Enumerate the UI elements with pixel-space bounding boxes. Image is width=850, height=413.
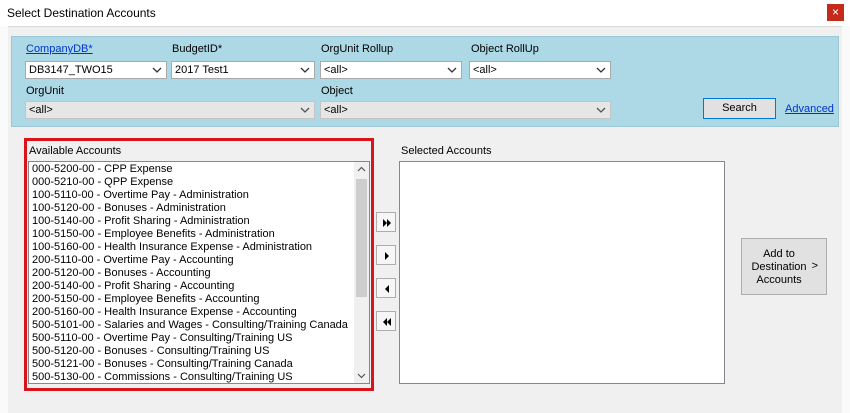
object-rollup-label: Object RollUp [471, 43, 539, 55]
object-label: Object [321, 85, 353, 97]
chevron-down-icon [596, 67, 606, 73]
list-item[interactable]: 500-5121-00 - Bonuses - Consulting/Train… [32, 358, 293, 371]
chevron-down-icon [152, 67, 162, 73]
object-select[interactable]: <all> [320, 101, 611, 119]
list-item[interactable]: 200-5150-00 - Employee Benefits - Accoun… [32, 293, 259, 306]
arrow-right-icon [385, 252, 389, 260]
chevron-down-icon [300, 107, 310, 113]
list-item[interactable]: 200-5110-00 - Overtime Pay - Accounting [32, 254, 234, 267]
list-item[interactable]: 200-5140-00 - Profit Sharing - Accountin… [32, 280, 234, 293]
companydb-value: DB3147_TWO15 [29, 64, 113, 76]
list-item[interactable]: 200-5120-00 - Bonuses - Accounting [32, 267, 211, 280]
double-arrow-left-icon [383, 318, 391, 326]
add-to-destination-button[interactable]: Add to Destination Accounts > [741, 238, 827, 295]
list-item[interactable]: 500-5101-00 - Salaries and Wages - Consu… [32, 319, 348, 332]
budgetid-select[interactable]: 2017 Test1 [171, 61, 315, 79]
window-title: Select Destination Accounts [7, 6, 156, 20]
list-item[interactable]: 100-5110-00 - Overtime Pay - Administrat… [32, 189, 249, 202]
object-rollup-select[interactable]: <all> [469, 61, 611, 79]
chevron-down-icon [447, 67, 457, 73]
object-value: <all> [324, 104, 348, 116]
list-item[interactable]: 000-5200-00 - CPP Expense [32, 163, 172, 176]
budgetid-label: BudgetID* [172, 43, 223, 55]
title-bar: Select Destination Accounts × [0, 0, 850, 27]
list-item[interactable]: 100-5140-00 - Profit Sharing - Administr… [32, 215, 250, 228]
add-button-line1: Add to [763, 248, 795, 260]
background-window-right [842, 26, 850, 413]
scroll-up-icon[interactable] [354, 162, 369, 177]
list-item[interactable]: 000-5210-00 - QPP Expense [32, 176, 173, 189]
selected-accounts-label: Selected Accounts [401, 145, 492, 157]
list-item[interactable]: 500-5110-00 - Overtime Pay - Consulting/… [32, 332, 292, 345]
chevron-down-icon [596, 107, 606, 113]
scroll-down-icon[interactable] [354, 368, 369, 383]
move-all-left-button[interactable] [376, 311, 396, 331]
background-window-left [0, 26, 8, 413]
move-left-button[interactable] [376, 278, 396, 298]
list-item[interactable]: 100-5160-00 - Health Insurance Expense -… [32, 241, 312, 254]
companydb-select[interactable]: DB3147_TWO15 [25, 61, 167, 79]
add-button-line3: Accounts [756, 274, 802, 286]
orgunit-value: <all> [29, 104, 53, 116]
list-item[interactable]: 100-5150-00 - Employee Benefits - Admini… [32, 228, 275, 241]
orgunit-rollup-select[interactable]: <all> [320, 61, 462, 79]
orgunit-select[interactable]: <all> [25, 101, 315, 119]
list-item[interactable]: 500-5130-00 - Commissions - Consulting/T… [32, 371, 293, 383]
available-accounts-list[interactable]: 000-5200-00 - CPP Expense 000-5210-00 - Q… [28, 161, 370, 384]
vertical-scrollbar[interactable] [354, 162, 369, 383]
selected-accounts-list[interactable] [399, 161, 725, 384]
search-button[interactable]: Search [703, 98, 776, 119]
close-icon: × [831, 5, 839, 19]
list-item[interactable]: 100-5120-00 - Bonuses - Administration [32, 202, 226, 215]
object-rollup-value: <all> [473, 64, 497, 76]
list-item[interactable]: 500-5120-00 - Bonuses - Consulting/Train… [32, 345, 269, 358]
add-button-line2: Destination [751, 261, 807, 273]
chevron-down-icon [300, 67, 310, 73]
list-item[interactable]: 200-5160-00 - Health Insurance Expense -… [32, 306, 297, 319]
orgunit-rollup-value: <all> [324, 64, 348, 76]
budgetid-value: 2017 Test1 [175, 64, 229, 76]
arrow-left-icon [385, 285, 389, 293]
companydb-link[interactable]: CompanyDB* [26, 43, 93, 55]
move-all-right-button[interactable] [376, 212, 396, 232]
available-accounts-label: Available Accounts [29, 145, 122, 157]
chevron-right-icon: > [811, 260, 818, 272]
scrollbar-thumb[interactable] [356, 179, 367, 297]
orgunit-rollup-label: OrgUnit Rollup [321, 43, 394, 55]
orgunit-label: OrgUnit [26, 85, 64, 97]
close-button[interactable]: × [827, 4, 844, 21]
double-arrow-right-icon [383, 219, 391, 227]
advanced-link[interactable]: Advanced [785, 103, 834, 115]
move-right-button[interactable] [376, 245, 396, 265]
